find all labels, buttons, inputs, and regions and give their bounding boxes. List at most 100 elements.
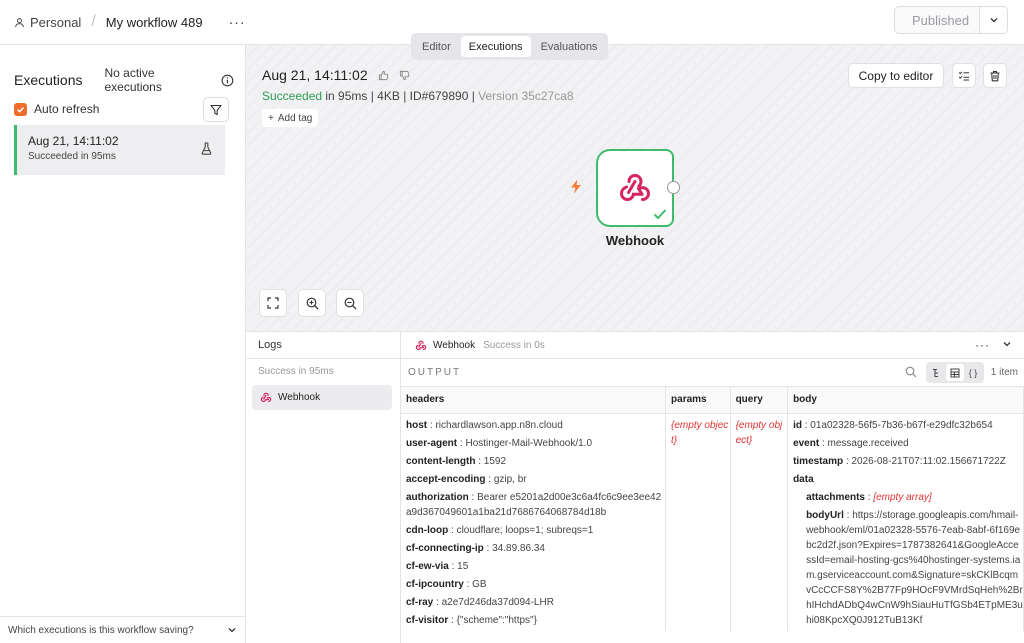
zoom-in-button[interactable]	[298, 289, 326, 317]
sidebar-header: Executions No active executions	[14, 66, 234, 94]
body-entry: attachments : [empty array]	[806, 491, 932, 503]
zoom-in-icon	[306, 297, 318, 309]
tab-evaluations[interactable]: Evaluations	[533, 36, 606, 57]
run-meta: Succeeded in 95ms | 4KB | ID#679890 | Ve…	[262, 89, 574, 103]
add-tag-button[interactable]: + Add tag	[262, 109, 319, 127]
logs-node-label: Webhook	[278, 392, 321, 403]
auto-refresh-toggle[interactable]: Auto refresh	[14, 102, 99, 116]
execution-status: Succeeded in 95ms	[28, 151, 116, 162]
column-header[interactable]: params	[665, 387, 731, 414]
run-date: Aug 21, 14:11:02	[262, 67, 410, 83]
webhook-icon	[415, 340, 427, 350]
body-entry: timestamp : 2026-08-21T07:11:02.15667172…	[793, 455, 1006, 467]
header-entry: cf-ew-via : 15	[406, 560, 469, 572]
tab-executions[interactable]: Executions	[460, 36, 531, 57]
collapse-chevron-icon[interactable]	[1002, 339, 1012, 349]
chevron-down-icon	[990, 18, 997, 23]
fit-view-button[interactable]	[259, 289, 287, 317]
zoom-out-button[interactable]	[336, 289, 364, 317]
run-date-label: Aug 21, 14:11:02	[262, 67, 368, 83]
chevron-down-icon	[228, 628, 236, 633]
body-entry: id : 01a02328-56f5-7b36-b67f-e29dfc32b65…	[793, 419, 993, 431]
saving-question-label: Which executions is this workflow saving…	[8, 624, 194, 636]
no-active-label: No active executions	[104, 66, 162, 94]
breadcrumb: Personal / My workflow 489	[14, 13, 203, 31]
params-cell: {empty object}	[665, 413, 731, 631]
copy-to-editor-button[interactable]: Copy to editor	[848, 63, 944, 88]
workflow-menu-icon[interactable]: ···	[229, 14, 246, 30]
publish-group: Published	[894, 6, 1008, 34]
json-view-icon[interactable]: { }	[964, 364, 982, 381]
info-icon[interactable]	[221, 74, 234, 87]
column-header[interactable]: body	[787, 387, 1024, 414]
query-cell: {empty object}	[730, 413, 789, 631]
output-panel: Webhook Success in 0s ··· OUTPUT { } 1 i…	[401, 331, 1024, 643]
workflow-name[interactable]: My workflow 489	[106, 15, 203, 30]
header-entry: cf-connecting-ip : 34.89.86.34	[406, 542, 545, 554]
execution-list-item[interactable]: Aug 21, 14:11:02 Succeeded in 95ms	[14, 125, 225, 175]
output-toolbar: OUTPUT { } 1 item	[401, 359, 1024, 387]
plus-icon: +	[268, 112, 274, 124]
breadcrumb-project[interactable]: Personal	[14, 15, 81, 30]
trash-icon	[990, 70, 1000, 81]
node-output-handle[interactable]	[667, 181, 680, 194]
output-menu-icon[interactable]: ···	[975, 338, 990, 352]
schema-view-icon[interactable]	[928, 364, 946, 381]
thumbs-up-icon[interactable]	[378, 70, 389, 81]
view-mode-switch: { }	[926, 362, 984, 383]
headers-cell: host : richardlawson.app.n8n.cloud user-…	[401, 413, 667, 631]
publish-dropdown-button[interactable]	[980, 6, 1008, 34]
body-entry: data	[793, 473, 814, 485]
column-header[interactable]: headers	[401, 387, 667, 414]
logs-panel: Logs Success in 95ms Webhook	[246, 331, 401, 643]
table-view-icon[interactable]	[946, 364, 964, 381]
webhook-icon	[260, 392, 272, 403]
table-row: host : richardlawson.app.n8n.cloud user-…	[401, 413, 1024, 631]
header-entry: authorization : Bearer e5201a2d00e3c6a4f…	[406, 491, 662, 518]
thumbs-down-icon[interactable]	[399, 70, 410, 81]
header-entry: cf-ipcountry : GB	[406, 578, 487, 590]
delete-button[interactable]	[983, 63, 1007, 88]
user-icon	[15, 17, 24, 27]
header-entry: user-agent : Hostinger-Mail-Webhook/1.0	[406, 437, 593, 449]
fit-view-icon	[267, 297, 279, 309]
item-count: 1 item	[990, 367, 1018, 378]
webhook-icon	[619, 174, 651, 202]
auto-refresh-checkbox[interactable]	[14, 102, 27, 116]
published-button[interactable]: Published	[894, 6, 980, 34]
workflow-canvas[interactable]: Aug 21, 14:11:02 Succeeded in 95ms | 4KB…	[246, 45, 1024, 331]
body-entry: event : message.received	[793, 437, 909, 449]
header-entry: cf-visitor : {"scheme":"https"}	[406, 614, 537, 626]
annotations-button[interactable]	[952, 63, 976, 88]
saving-settings-question[interactable]: Which executions is this workflow saving…	[0, 616, 245, 643]
column-header[interactable]: query	[730, 387, 789, 414]
header-entry: cf-ray : a2e7d246da37d094-LHR	[406, 596, 554, 608]
run-version: Version 35c27ca8	[478, 89, 574, 103]
header-entry: content-length : 1592	[406, 455, 507, 467]
sidebar-title: Executions	[14, 72, 83, 88]
body-cell: id : 01a02328-56f5-7b36-b67f-e29dfc32b65…	[787, 413, 1024, 631]
filter-icon	[210, 104, 222, 115]
header-entry: host : richardlawson.app.n8n.cloud	[406, 419, 563, 431]
execution-date: Aug 21, 14:11:02	[28, 134, 119, 148]
node-label: Webhook	[605, 233, 665, 248]
run-status: Succeeded	[262, 89, 323, 103]
logs-summary: Success in 95ms	[258, 366, 334, 377]
logs-title: Logs	[246, 332, 400, 359]
list-check-icon	[958, 70, 969, 80]
view-tabs: Editor Executions Evaluations	[411, 33, 609, 60]
published-label: Published	[912, 12, 970, 28]
output-node-status: Success in 0s	[483, 339, 545, 351]
filter-button[interactable]	[203, 97, 229, 122]
output-table: headers params query body host : richard…	[401, 387, 1024, 631]
breadcrumb-separator: /	[91, 13, 96, 30]
logs-node-item[interactable]: Webhook	[252, 385, 392, 410]
flask-icon[interactable]	[201, 142, 212, 155]
output-node-name: Webhook	[433, 339, 476, 351]
output-label: OUTPUT	[408, 367, 462, 378]
trigger-bolt-icon	[571, 179, 581, 194]
auto-refresh-label: Auto refresh	[34, 102, 100, 116]
search-icon[interactable]	[905, 366, 917, 378]
zoom-out-icon	[344, 297, 356, 309]
tab-editor[interactable]: Editor	[414, 36, 459, 57]
